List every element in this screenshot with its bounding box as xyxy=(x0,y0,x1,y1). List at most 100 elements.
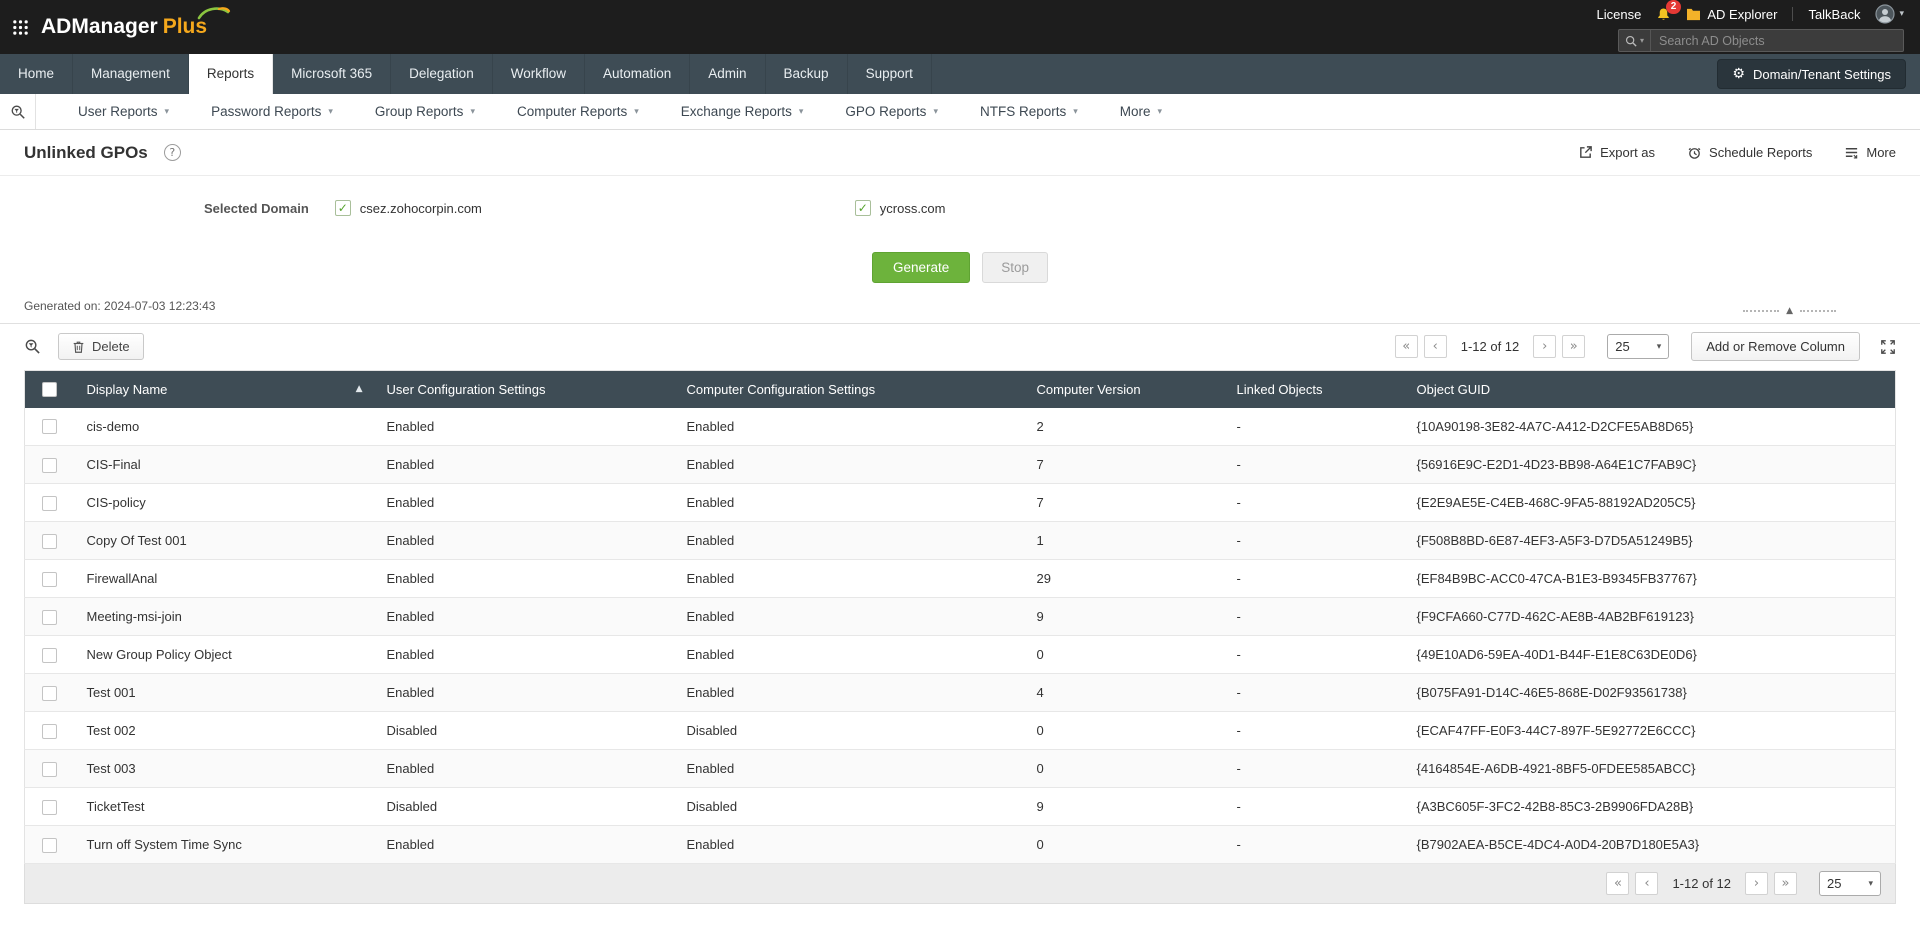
row-checkbox[interactable] xyxy=(42,533,58,549)
domain-tenant-settings-button[interactable]: ⚙ Domain/Tenant Settings xyxy=(1717,59,1906,89)
report-nav-exchange-reports[interactable]: Exchange Reports ▾ xyxy=(681,104,804,119)
row-checkbox[interactable] xyxy=(42,495,58,511)
app-grid-icon[interactable] xyxy=(12,19,29,36)
notifications-button[interactable]: 2 xyxy=(1656,0,1682,22)
chevron-down-icon: ▾ xyxy=(1656,341,1662,352)
next-page-button[interactable]: › xyxy=(1745,872,1768,895)
row-checkbox[interactable] xyxy=(42,837,58,853)
tab-backup[interactable]: Backup xyxy=(766,54,848,94)
tab-management[interactable]: Management xyxy=(73,54,189,94)
last-page-button[interactable]: » xyxy=(1562,335,1586,358)
table-toolbar: Delete « ‹ 1-12 of 12 › » 25 ▾ Add or Re… xyxy=(0,324,1920,370)
cell-user-config: Enabled xyxy=(374,825,675,864)
tab-home[interactable]: Home xyxy=(0,54,74,94)
report-nav-ntfs-reports[interactable]: NTFS Reports ▾ xyxy=(980,104,1078,119)
report-nav-group-reports[interactable]: Group Reports ▾ xyxy=(375,104,475,119)
prev-page-button[interactable]: ‹ xyxy=(1635,872,1659,895)
user-menu[interactable]: ▾ xyxy=(1875,4,1904,24)
generate-button[interactable]: Generate xyxy=(871,252,971,283)
tab-admin[interactable]: Admin xyxy=(690,54,766,94)
cell-linked-objects: - xyxy=(1224,407,1405,446)
ad-explorer-link[interactable]: AD Explorer xyxy=(1686,7,1777,22)
column-search-icon[interactable] xyxy=(24,338,41,355)
domain-checkbox-ycross[interactable]: ycross.com xyxy=(854,200,946,216)
chevron-down-icon: ▾ xyxy=(328,106,333,117)
tab-support[interactable]: Support xyxy=(848,54,932,94)
row-checkbox[interactable] xyxy=(42,571,58,587)
first-page-button[interactable]: « xyxy=(1394,335,1418,358)
tab-automation[interactable]: Automation xyxy=(585,54,691,94)
page-size-select[interactable]: 25 ▾ xyxy=(1607,334,1670,359)
cell-object-guid: {10A90198-3E82-4A7C-A412-D2CFE5AB8D65} xyxy=(1404,407,1896,446)
search-scope-button[interactable]: ▾ xyxy=(1619,30,1651,51)
chevron-down-icon: ▾ xyxy=(1073,106,1078,117)
delete-button[interactable]: Delete xyxy=(58,333,144,360)
fullscreen-icon xyxy=(1881,339,1895,354)
page-size-select[interactable]: 25 ▾ xyxy=(1819,871,1881,896)
trash-icon xyxy=(73,341,84,353)
export-icon xyxy=(1580,146,1592,158)
cell-computer-config: Enabled xyxy=(674,559,1025,598)
column-computer-config[interactable]: Computer Configuration Settings xyxy=(674,370,1025,408)
report-nav-gpo-reports[interactable]: GPO Reports ▾ xyxy=(845,104,938,119)
domain-checkbox-csez[interactable]: csez.zohocorpin.com xyxy=(334,200,855,216)
talkback-link[interactable]: TalkBack xyxy=(1808,7,1860,22)
cell-object-guid: {4164854E-A6DB-4921-8BF5-0FDEE585ABCC} xyxy=(1404,749,1896,788)
column-object-guid[interactable]: Object GUID xyxy=(1404,370,1896,408)
tab-reports[interactable]: Reports xyxy=(188,54,274,94)
cell-computer-version: 7 xyxy=(1024,483,1225,522)
brand-logo[interactable]: ADManager Plus xyxy=(41,7,233,39)
report-nav-computer-reports[interactable]: Computer Reports ▾ xyxy=(517,104,639,119)
row-checkbox[interactable] xyxy=(42,457,58,473)
collapse-form-handle[interactable]: ▲ xyxy=(1743,306,1836,316)
bottom-pagination-bar: « ‹ 1-12 of 12 › » 25 ▾ xyxy=(24,864,1896,904)
row-checkbox[interactable] xyxy=(42,799,58,815)
logo-swoosh-icon xyxy=(197,7,231,20)
first-page-button[interactable]: « xyxy=(1606,872,1630,895)
help-icon[interactable]: ? xyxy=(163,144,181,161)
column-display-name[interactable]: Display Name ▲ xyxy=(74,370,375,408)
cell-computer-config: Disabled xyxy=(674,787,1025,826)
column-computer-version[interactable]: Computer Version xyxy=(1024,370,1225,408)
add-remove-column-button[interactable]: Add or Remove Column xyxy=(1691,332,1860,361)
alarm-clock-icon xyxy=(1688,147,1701,159)
table-row: CIS-policy Enabled Enabled 7 - {E2E9AE5E… xyxy=(24,483,1896,522)
report-nav-password-reports[interactable]: Password Reports ▾ xyxy=(211,104,333,119)
cell-linked-objects: - xyxy=(1224,521,1405,560)
cell-object-guid: {F9CFA660-C77D-462C-AE8B-4AB2BF619123} xyxy=(1404,597,1896,636)
row-checkbox[interactable] xyxy=(42,609,58,625)
cell-computer-config: Enabled xyxy=(674,407,1025,446)
report-search-icon[interactable] xyxy=(0,94,36,129)
export-as-button[interactable]: Export as xyxy=(1578,145,1655,160)
next-page-button[interactable]: › xyxy=(1533,335,1557,358)
page-actions: Export as Schedule Reports More xyxy=(1578,145,1896,160)
sort-asc-icon[interactable]: ▲ xyxy=(356,384,363,394)
column-user-config[interactable]: User Configuration Settings xyxy=(374,370,675,408)
more-actions-button[interactable]: More xyxy=(1844,145,1896,160)
row-checkbox[interactable] xyxy=(42,647,58,663)
row-checkbox[interactable] xyxy=(42,761,58,777)
tab-microsoft-365[interactable]: Microsoft 365 xyxy=(273,54,392,94)
search-filter-icon xyxy=(25,339,40,354)
report-nav-user-reports[interactable]: User Reports ▾ xyxy=(78,104,169,119)
list-icon xyxy=(1846,148,1858,159)
prev-page-button[interactable]: ‹ xyxy=(1423,335,1447,358)
brand-name: ADManager xyxy=(41,15,158,38)
select-all-checkbox[interactable] xyxy=(42,382,58,398)
chevron-down-icon: ▾ xyxy=(1899,9,1904,19)
schedule-reports-button[interactable]: Schedule Reports xyxy=(1687,145,1812,160)
tab-workflow[interactable]: Workflow xyxy=(493,54,585,94)
stop-button[interactable]: Stop xyxy=(982,252,1049,283)
expand-table-icon[interactable] xyxy=(1880,339,1896,355)
row-checkbox[interactable] xyxy=(42,723,58,739)
search-input[interactable] xyxy=(1651,33,1903,48)
cell-computer-version: 1 xyxy=(1024,521,1225,560)
column-linked-objects[interactable]: Linked Objects xyxy=(1224,370,1405,408)
tab-delegation[interactable]: Delegation xyxy=(391,54,493,94)
table-row: New Group Policy Object Enabled Enabled … xyxy=(24,635,1896,674)
license-link[interactable]: License xyxy=(1597,7,1642,22)
row-checkbox[interactable] xyxy=(42,685,58,701)
row-checkbox[interactable] xyxy=(42,419,58,435)
last-page-button[interactable]: » xyxy=(1774,872,1797,895)
report-nav-more[interactable]: More ▾ xyxy=(1120,104,1162,119)
